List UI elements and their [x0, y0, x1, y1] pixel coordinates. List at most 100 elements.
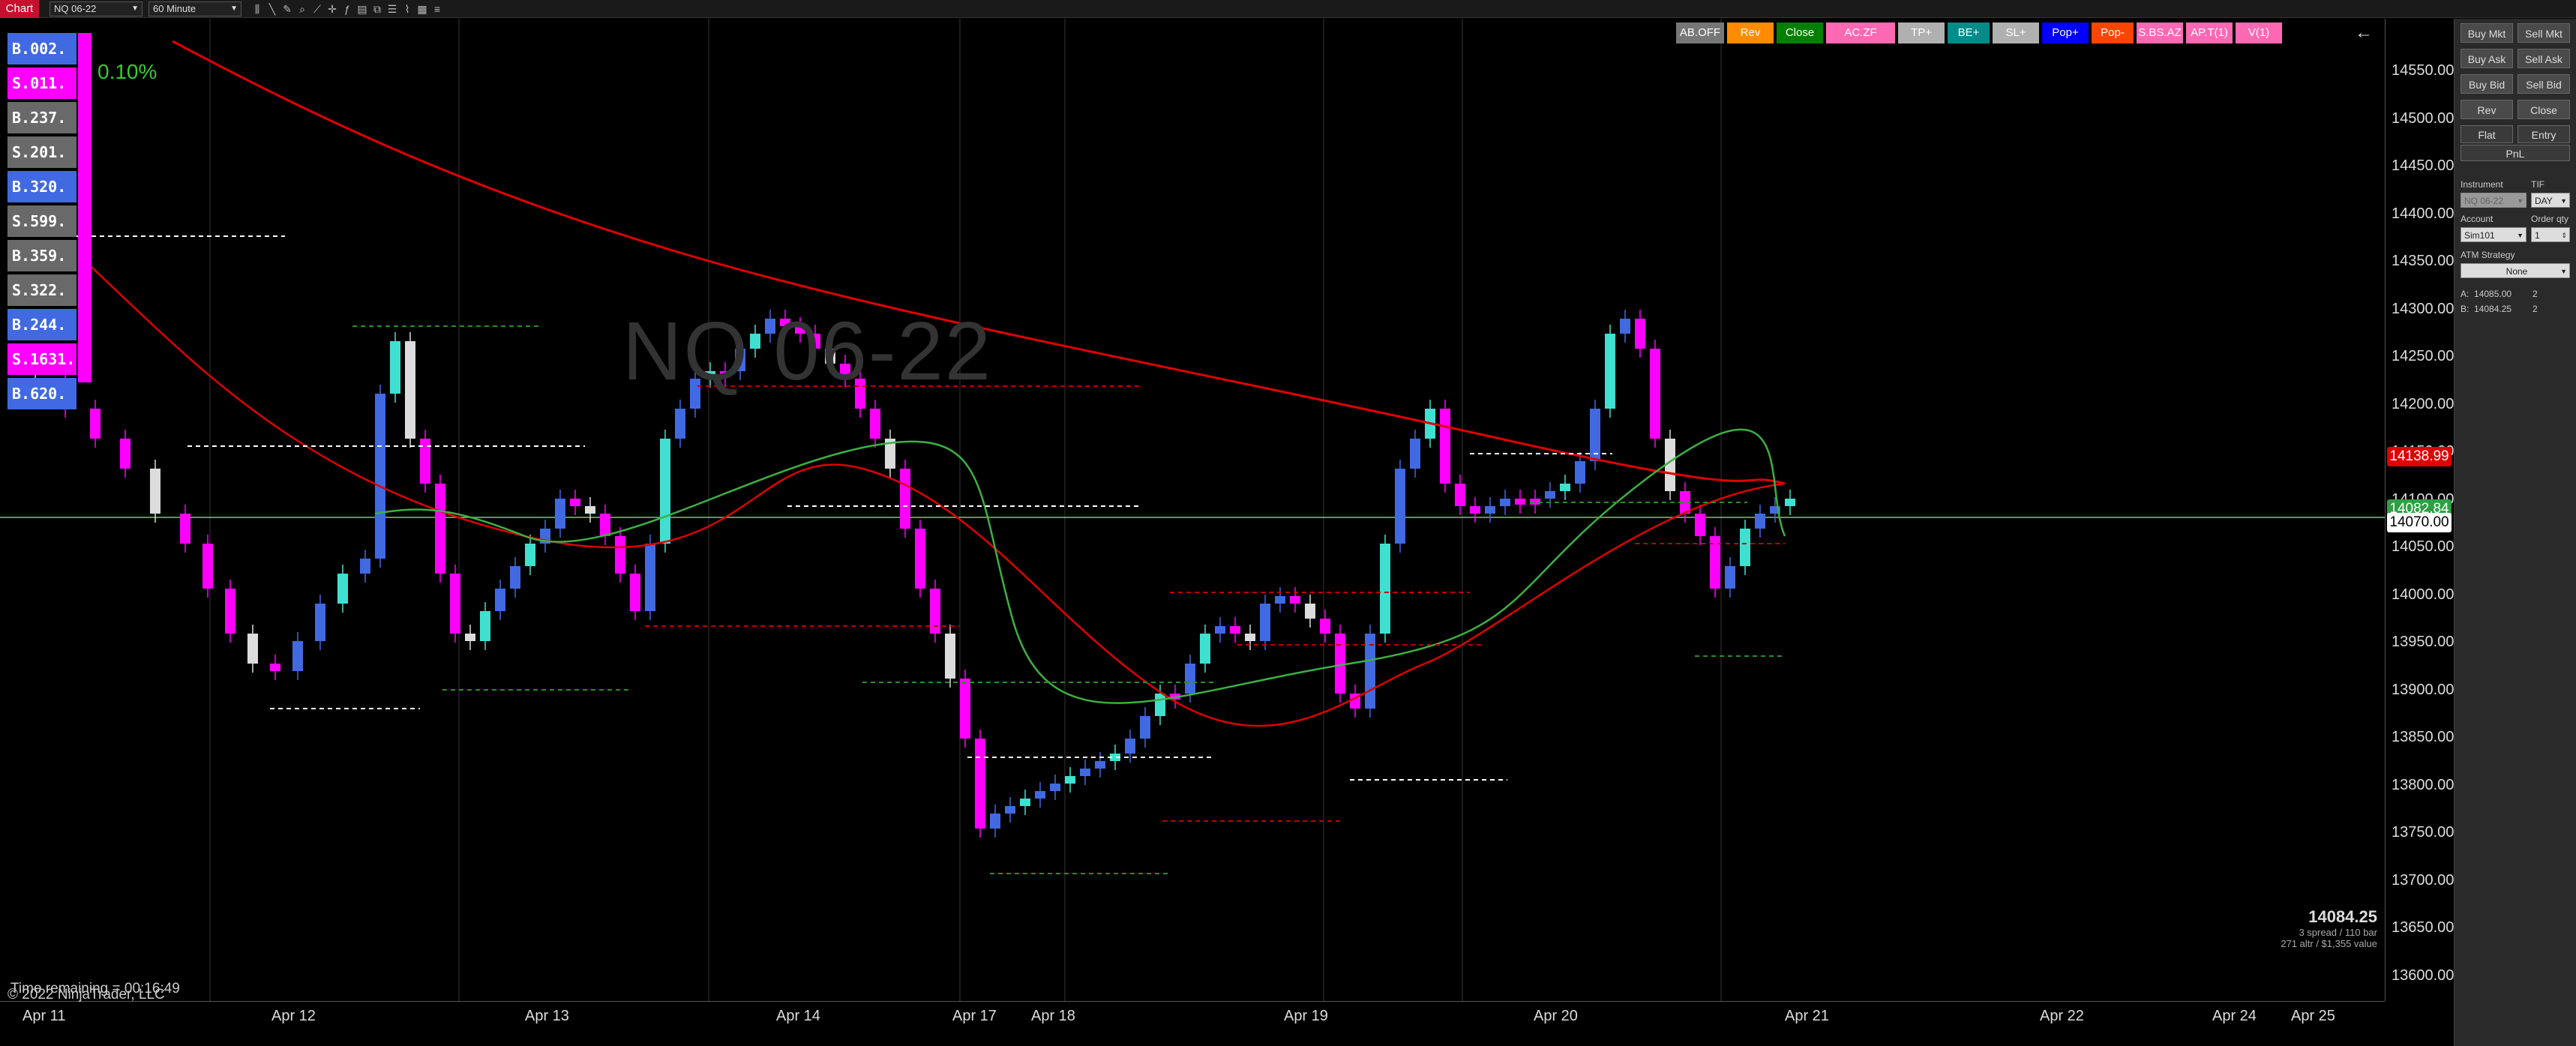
indicators-icon[interactable]: ƒ — [340, 1, 354, 16]
chart-button-pop-[interactable]: Pop- — [2092, 22, 2134, 43]
bid-label: B: — [2461, 304, 2470, 314]
order-tag[interactable]: B.237. — [7, 102, 76, 133]
chart-button-pop-[interactable]: Pop+ — [2042, 22, 2089, 43]
sell-market-button[interactable]: Sell Mkt — [2518, 23, 2570, 43]
chart-button-tp-[interactable]: TP+ — [1898, 22, 1945, 43]
chart-trader-panel: Buy Mkt Sell Mkt Buy Ask Sell Ask Buy Bi… — [2454, 19, 2576, 1046]
entry-button[interactable]: Entry — [2518, 125, 2570, 143]
ask-price: 14085.00 — [2474, 289, 2512, 299]
chart-tab[interactable]: Chart — [0, 0, 39, 18]
draw-line-icon[interactable]: ╲ — [265, 1, 279, 16]
chart-button-close[interactable]: Close — [1777, 22, 1823, 43]
order-qty-stepper[interactable]: 1 ⇕ — [2531, 227, 2570, 242]
order-tag[interactable]: B.002. — [7, 33, 76, 64]
atm-strategy-select[interactable]: None ▼ — [2461, 263, 2570, 278]
close-position-button[interactable]: Close — [2518, 100, 2570, 119]
price-marker: 14070.00 — [2387, 513, 2452, 532]
order-strip — [78, 33, 91, 382]
interval-selector[interactable]: 60 Minute ▼ — [148, 1, 241, 16]
chart-button-v-1-[interactable]: V(1) — [2236, 22, 2282, 43]
crosshair-icon[interactable]: ✛ — [325, 1, 339, 16]
candle-body — [1455, 484, 1465, 506]
buy-ask-button[interactable]: Buy Ask — [2461, 49, 2513, 68]
candle-body — [900, 469, 910, 529]
candle-body — [1065, 776, 1075, 784]
candle-body — [1185, 664, 1195, 694]
pencil-icon[interactable]: ✎ — [280, 1, 294, 16]
order-tag[interactable]: S.599. — [7, 205, 76, 237]
order-tag[interactable]: S.011. — [7, 67, 76, 99]
arrow-left-icon[interactable]: ← — [2355, 22, 2373, 43]
time-tick-label: Apr 18 — [1031, 1008, 1075, 1024]
price-tick-label: 13600.00 — [2392, 967, 2455, 984]
atm-strategy-label: ATM Strategy — [2461, 250, 2515, 260]
price-tick-label: 13950.00 — [2392, 634, 2455, 650]
candle-body — [1725, 566, 1735, 589]
price-chart[interactable] — [0, 19, 2385, 1001]
candle-body — [1545, 491, 1555, 499]
candle-body — [1500, 499, 1510, 506]
properties-icon[interactable]: ☰ — [385, 1, 399, 16]
ruler-icon[interactable]: ⟋ — [310, 1, 324, 16]
price-tick-label: 14200.00 — [2392, 395, 2455, 412]
time-tick-label: Apr 24 — [2212, 1008, 2257, 1024]
candle-body — [555, 499, 565, 529]
chart-button-ap-t-1-[interactable]: AP.T(1) — [2186, 22, 2233, 43]
order-tag[interactable]: B.244. — [7, 309, 76, 340]
chart-button-ab-off[interactable]: AB.OFF — [1676, 22, 1724, 43]
time-tick-label: Apr 12 — [271, 1008, 316, 1024]
reverse-button[interactable]: Rev — [2461, 100, 2513, 119]
candle-body — [1320, 619, 1330, 634]
price-axis[interactable]: 14550.00 14500.00 14450.00 14400.00 14350.00… — [2385, 19, 2455, 1001]
spin-arrows-icon[interactable]: ⇕ — [2561, 228, 2567, 243]
templates-icon[interactable]: ⧉ — [370, 1, 384, 16]
order-tag[interactable]: B.320. — [7, 171, 76, 202]
chart-button-ac-zf[interactable]: AC.ZF — [1826, 22, 1895, 43]
order-tag[interactable]: B.359. — [7, 240, 76, 271]
candle-body — [120, 439, 130, 469]
chart-button-rev[interactable]: Rev — [1727, 22, 1774, 43]
price-tick-label: 13750.00 — [2392, 824, 2455, 841]
layout-icon[interactable]: ▦ — [415, 1, 429, 16]
candle-body — [495, 589, 505, 611]
candle-body — [1575, 461, 1585, 484]
chart-button-be-[interactable]: BE+ — [1948, 22, 1990, 43]
zoom-icon[interactable]: ⌕ — [295, 1, 309, 16]
sell-ask-button[interactable]: Sell Ask — [2518, 49, 2570, 68]
chart-button-s-bs-az[interactable]: S.BS.AZ — [2137, 22, 2183, 43]
account-select[interactable]: Sim101 ▼ — [2461, 227, 2527, 242]
window-icon[interactable]: ≡ — [430, 1, 444, 16]
candle-body — [1200, 634, 1210, 664]
order-tag[interactable]: S.322. — [7, 274, 76, 306]
data-series-icon[interactable]: ⌇ — [400, 1, 414, 16]
candle-body — [1005, 806, 1015, 814]
percent-change: 0.10% — [97, 60, 157, 83]
order-tag[interactable]: B.620. — [7, 378, 76, 409]
chart-area[interactable] — [0, 19, 2452, 1046]
candle-body — [1410, 439, 1420, 469]
candle-body — [180, 514, 190, 544]
instrument-selector[interactable]: NQ 06-22 ▼ — [49, 1, 142, 16]
flat-button[interactable]: Flat — [2461, 125, 2513, 143]
strategies-icon[interactable]: ▤ — [355, 1, 369, 16]
instrument-field[interactable]: NQ 06-22 ▼ — [2461, 193, 2527, 208]
buy-bid-button[interactable]: Buy Bid — [2461, 74, 2513, 94]
time-axis[interactable]: Apr 11 Apr 12 Apr 13 Apr 14 Apr 17 Apr 18 Apr … — [0, 1001, 2385, 1027]
bid-price: 14084.25 — [2474, 304, 2512, 314]
order-tag[interactable]: S.1631. — [7, 343, 76, 375]
candle-body — [1605, 334, 1615, 409]
pnl-display: PnL — [2461, 145, 2570, 161]
chart-button-sl-[interactable]: SL+ — [1993, 22, 2039, 43]
sell-bid-button[interactable]: Sell Bid — [2518, 74, 2570, 94]
candle-body — [465, 634, 475, 641]
order-tag[interactable]: S.201. — [7, 136, 76, 168]
buy-market-button[interactable]: Buy Mkt — [2461, 23, 2513, 43]
price-tick-label: 13650.00 — [2392, 919, 2455, 936]
candle-body — [1035, 791, 1045, 799]
bar-type-icon[interactable]: ⫼ — [250, 1, 264, 16]
chevron-down-icon: ▼ — [2560, 268, 2567, 275]
price-tick-label: 14450.00 — [2392, 157, 2455, 174]
tif-select[interactable]: DAY ▼ — [2531, 193, 2570, 208]
candle-body — [202, 544, 213, 589]
candle-body — [1095, 761, 1105, 769]
